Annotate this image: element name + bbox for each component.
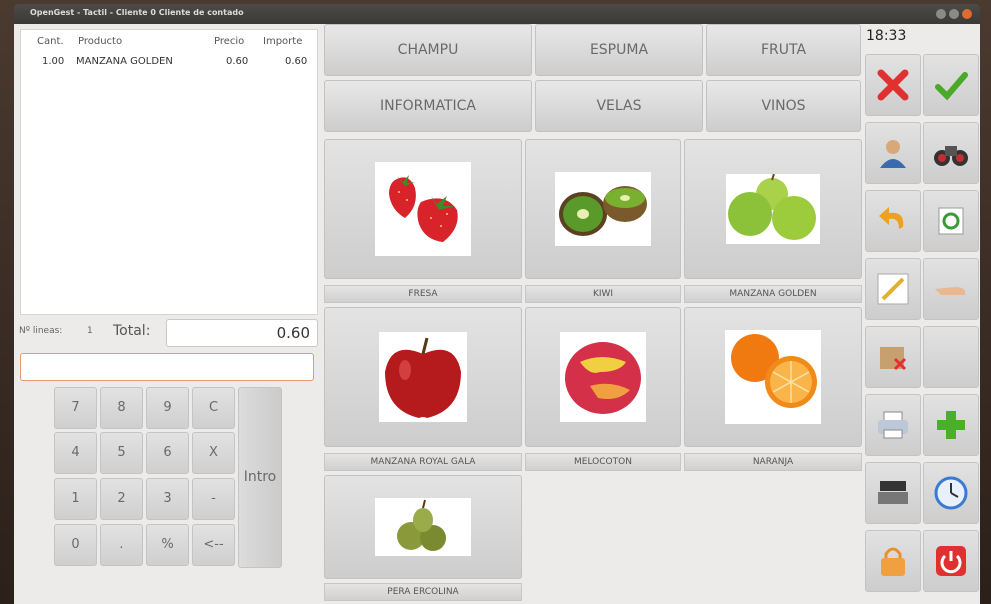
- product-button-melocoton[interactable]: [525, 307, 681, 447]
- key-percent[interactable]: %: [146, 524, 189, 566]
- header-amount: Importe: [263, 36, 303, 47]
- key-decimal[interactable]: .: [100, 524, 143, 566]
- lock-icon: [881, 547, 905, 576]
- category-vinos[interactable]: VINOS: [706, 80, 861, 132]
- row-product: MANZANA GOLDEN: [76, 56, 173, 67]
- accept-icon: [935, 72, 968, 101]
- add-button[interactable]: [923, 394, 979, 456]
- product-label-kiwi: KIWI: [525, 285, 681, 303]
- delete-box-button[interactable]: [865, 326, 921, 388]
- maximize-button[interactable]: [949, 9, 959, 19]
- edit-pencil-icon: [877, 273, 909, 305]
- power-icon: [936, 546, 966, 576]
- print-icon: [878, 411, 908, 439]
- product-label-naranja: NARANJA: [684, 453, 862, 471]
- hand-pointer-icon: [935, 287, 965, 295]
- product-label-fresa: FRESA: [324, 285, 522, 303]
- window-title: OpenGest - Tactil - Cliente 0 Cliente de…: [30, 8, 244, 17]
- total-label: Total:: [113, 323, 151, 339]
- blank-button[interactable]: [923, 326, 979, 388]
- power-button[interactable]: [923, 530, 979, 592]
- recycle-icon: [938, 207, 964, 235]
- lock-button[interactable]: [865, 530, 921, 592]
- edit-button[interactable]: [865, 258, 921, 320]
- print-button[interactable]: [865, 394, 921, 456]
- lines-count: 1: [87, 326, 93, 336]
- row-amount: 0.60: [285, 56, 308, 67]
- search-binoculars-icon: [934, 146, 968, 166]
- accept-button[interactable]: [923, 54, 979, 116]
- row-qty: 1.00: [42, 56, 65, 67]
- add-icon: [937, 411, 965, 439]
- product-button-kiwi[interactable]: [525, 139, 681, 279]
- key-9[interactable]: 9: [146, 387, 189, 429]
- key-backspace[interactable]: <--: [192, 524, 235, 566]
- customer-button[interactable]: [865, 122, 921, 184]
- cash-drawer-button[interactable]: [865, 462, 921, 524]
- clock-display: 18:33: [866, 28, 907, 44]
- total-value: 0.60: [166, 319, 318, 347]
- key-multiply[interactable]: X: [192, 432, 235, 474]
- undo-button[interactable]: [865, 190, 921, 252]
- product-label-manzana-royal-gala: MANZANA ROYAL GALA: [324, 453, 522, 471]
- category-fruta[interactable]: FRUTA: [706, 24, 861, 76]
- clock-icon: [934, 476, 968, 510]
- product-button-pera-ercolina[interactable]: [324, 475, 522, 579]
- header-product: Producto: [78, 36, 123, 47]
- lines-label: Nº lineas:: [19, 326, 63, 336]
- search-button[interactable]: [923, 122, 979, 184]
- window-titlebar[interactable]: OpenGest - Tactil - Cliente 0 Cliente de…: [14, 4, 980, 24]
- clock-button[interactable]: [923, 462, 979, 524]
- strawberry-image: [375, 162, 471, 256]
- recycle-button[interactable]: [923, 190, 979, 252]
- key-8[interactable]: 8: [100, 387, 143, 429]
- red-apple-image: [379, 332, 467, 422]
- app-window: Cant. Producto Precio Importe 1.00 MANZA…: [14, 24, 980, 604]
- pear-image: [375, 498, 471, 556]
- key-5[interactable]: 5: [100, 432, 143, 474]
- product-button-manzana-royal-gala[interactable]: [324, 307, 522, 447]
- cancel-button[interactable]: [865, 54, 921, 116]
- category-velas[interactable]: VELAS: [535, 80, 703, 132]
- category-espuma[interactable]: ESPUMA: [535, 24, 703, 76]
- key-6[interactable]: 6: [146, 432, 189, 474]
- key-clear[interactable]: C: [192, 387, 235, 429]
- delete-box-icon: [880, 347, 907, 371]
- key-3[interactable]: 3: [146, 478, 189, 520]
- pointer-button[interactable]: [923, 258, 979, 320]
- key-minus[interactable]: -: [192, 478, 235, 520]
- green-apple-image: [726, 173, 820, 244]
- key-0[interactable]: 0: [54, 524, 97, 566]
- undo-icon: [879, 207, 904, 229]
- row-price: 0.60: [226, 56, 249, 67]
- cash-drawer-icon: [878, 481, 908, 504]
- product-button-fresa[interactable]: [324, 139, 522, 279]
- peach-image: [560, 332, 646, 422]
- product-button-naranja[interactable]: [684, 307, 862, 447]
- key-4[interactable]: 4: [54, 432, 97, 474]
- entry-input[interactable]: [20, 353, 314, 381]
- cancel-icon: [877, 69, 909, 101]
- close-window-button[interactable]: [962, 9, 972, 19]
- key-intro[interactable]: Intro: [238, 387, 282, 568]
- customer-icon: [880, 140, 906, 168]
- product-button-manzana-golden[interactable]: [684, 139, 862, 279]
- minimize-button[interactable]: [936, 9, 946, 19]
- product-label-melocoton: MELOCOTON: [525, 453, 681, 471]
- key-1[interactable]: 1: [54, 478, 97, 520]
- desktop-background: OpenGest - Tactil - Cliente 0 Cliente de…: [0, 0, 991, 604]
- category-informatica[interactable]: INFORMATICA: [324, 80, 532, 132]
- product-label-manzana-golden: MANZANA GOLDEN: [684, 285, 862, 303]
- header-qty: Cant.: [37, 36, 64, 47]
- product-label-pera-ercolina: PERA ERCOLINA: [324, 583, 522, 601]
- category-champu[interactable]: CHAMPU: [324, 24, 532, 76]
- key-2[interactable]: 2: [100, 478, 143, 520]
- kiwi-image: [555, 172, 651, 246]
- orange-image: [725, 330, 821, 424]
- key-7[interactable]: 7: [54, 387, 97, 429]
- ticket-list[interactable]: Cant. Producto Precio Importe 1.00 MANZA…: [20, 29, 318, 315]
- header-price: Precio: [214, 36, 245, 47]
